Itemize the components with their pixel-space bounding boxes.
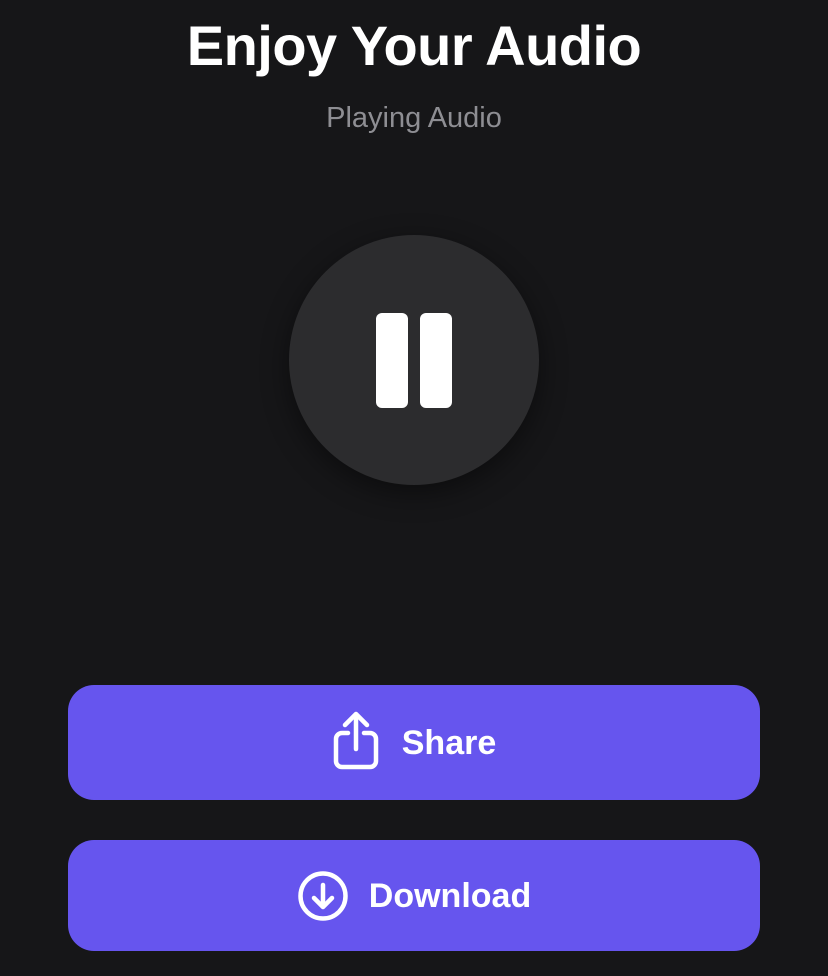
download-icon xyxy=(297,870,349,922)
share-button[interactable]: Share xyxy=(68,685,760,800)
pause-icon-bar-right xyxy=(420,313,452,408)
page-title: Enjoy Your Audio xyxy=(186,14,642,77)
share-icon xyxy=(332,711,380,771)
play-pause-button[interactable] xyxy=(289,235,539,485)
pause-icon-bar-left xyxy=(376,313,408,408)
download-button[interactable]: Download xyxy=(68,840,760,951)
download-button-label: Download xyxy=(368,876,532,915)
playback-status: Playing Audio xyxy=(326,102,502,134)
share-button-label: Share xyxy=(401,723,497,762)
